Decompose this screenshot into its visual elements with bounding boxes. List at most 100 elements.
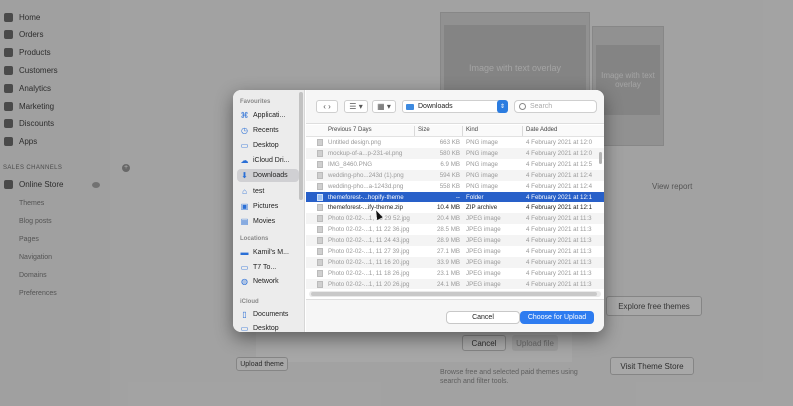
location-stepper-icon[interactable]: ⇕ <box>497 100 508 113</box>
file-icon <box>317 226 323 234</box>
sidebar-item-documents[interactable]: ▯ Documents <box>237 308 299 321</box>
dialog-footer: Cancel Choose for Upload <box>306 299 604 332</box>
file-kind: ZIP archive <box>466 204 498 212</box>
column-name[interactable]: Previous 7 Days <box>328 127 372 133</box>
sidebar-item-label: Applicati... <box>253 112 286 119</box>
file-size: 27.1 MB <box>436 248 460 255</box>
file-row[interactable]: themeforest-...ify-theme.zip 10.4 MB ZIP a… <box>306 202 604 213</box>
file-date-added: 4 February 2021 at 11:3 <box>526 269 592 277</box>
search-input[interactable]: Search <box>514 100 597 113</box>
location-label: Downloads <box>418 103 453 110</box>
sidebar-item-kamil-s-m[interactable]: ▬ Kamil's M... <box>237 246 299 259</box>
file-name: themeforest-...hopify-theme <box>328 193 404 201</box>
file-date-added: 4 February 2021 at 11:3 <box>526 258 592 266</box>
file-row[interactable]: Photo 02-02-...1, 11 16 20.jpg 33.9 MB JPE… <box>306 256 604 268</box>
sidebar-item-label: Desktop <box>253 142 279 150</box>
search-icon <box>519 103 526 110</box>
home-icon: ⌂ <box>242 186 247 196</box>
sidebar-item-t7-to[interactable]: ▭ T7 To... <box>237 261 299 274</box>
sidebar-item-label: T7 To... <box>253 263 277 271</box>
cancel-button[interactable]: Cancel <box>446 311 520 324</box>
file-kind: Folder <box>466 193 484 201</box>
file-icon <box>317 182 323 190</box>
sidebar-item-desktop[interactable]: ▭ Desktop <box>237 322 299 332</box>
location-popup[interactable]: Downloads <box>402 100 502 113</box>
sidebar-item-label: Network <box>253 278 279 285</box>
finder-toolbar: ‹ › ☰ ▾ ▦ ▾ Downloads ⇕ Search <box>306 90 604 124</box>
sidebar-item-downloads[interactable]: ⬇ Downloads <box>237 169 299 183</box>
back-forward-buttons[interactable]: ‹ › <box>316 100 338 113</box>
file-list-scrollbar[interactable] <box>599 152 602 164</box>
file-date-added: 4 February 2021 at 12:0 <box>526 149 593 157</box>
file-row[interactable]: themeforest-...hopify-theme -- Folder 4 Feb… <box>306 191 604 203</box>
horizontal-scrollbar[interactable] <box>309 291 601 297</box>
chevron-left-icon[interactable]: ‹ <box>323 102 326 111</box>
file-row[interactable]: wedding-pho...243d (1).png 594 KB PNG imag… <box>306 169 604 181</box>
file-kind: JPEG image <box>466 269 501 277</box>
file-icon <box>317 139 323 146</box>
file-date-added: 4 February 2021 at 11:3 <box>526 280 592 288</box>
file-row[interactable]: Photo 02-02-...1, 11 27 39.jpg 27.1 MB JPE… <box>306 246 604 257</box>
pictures-icon: ▣ <box>240 201 249 211</box>
movies-icon: ▤ <box>240 216 249 226</box>
group-view-button[interactable]: ▦ ▾ <box>372 100 396 113</box>
file-row[interactable]: Photo 02-02-...1, 11 24 43.jpg 28.9 MB JPE… <box>306 235 604 246</box>
locations-header: Locations <box>240 236 269 242</box>
file-row[interactable]: wedding-pho...a-1243d.png 558 KB PNG image… <box>306 181 604 192</box>
sidebar-item-test[interactable]: ⌂ test <box>237 185 299 198</box>
sidebar-item-label: Desktop <box>253 325 279 332</box>
column-kind[interactable]: Kind <box>466 127 478 133</box>
file-date-added: 4 February 2021 at 12:1 <box>526 193 593 201</box>
network-icon: ◍ <box>241 277 248 286</box>
cloud-icon: ☁ <box>240 156 249 166</box>
file-date-added: 4 February 2021 at 12:4 <box>526 171 593 179</box>
sidebar-item-pictures[interactable]: ▣ Pictures <box>237 200 299 213</box>
file-kind: PNG image <box>466 171 498 179</box>
file-date-added: 4 February 2021 at 12:1 <box>526 204 593 212</box>
file-icon <box>317 215 323 223</box>
list-view-button[interactable]: ☰ ▾ <box>344 100 368 113</box>
file-name: Untitled design.png <box>328 139 381 146</box>
sidebar-item-applicati[interactable]: ⌘ Applicati... <box>237 109 299 122</box>
file-date-added: 4 February 2021 at 12:5 <box>526 160 593 168</box>
file-size: 33.9 MB <box>436 258 460 266</box>
sidebar-item-movies[interactable]: ▤ Movies <box>237 215 299 228</box>
scrollbar-thumb[interactable] <box>311 292 597 296</box>
file-size: 28.5 MB <box>436 226 460 234</box>
sidebar-scrollbar[interactable] <box>299 92 303 200</box>
file-size: 558 KB <box>439 182 460 190</box>
file-name: Photo 02-02-...1, 11 20 26.jpg <box>328 280 410 288</box>
sidebar-item-icloud-dri[interactable]: ☁ iCloud Dri... <box>237 154 299 167</box>
file-kind: JPEG image <box>466 215 501 223</box>
file-name: Photo 02-02-...1, 11 18 26.jpg <box>328 269 410 277</box>
drive-icon: ▭ <box>240 262 249 272</box>
chevron-right-icon[interactable]: › <box>328 102 331 111</box>
file-kind: PNG image <box>466 149 498 157</box>
choose-for-upload-button[interactable]: Choose for Upload <box>520 311 594 324</box>
file-row[interactable]: mockup-of-a...p-231-el.png 580 KB PNG imag… <box>306 147 604 159</box>
sidebar-item-network[interactable]: ◍ Network <box>237 275 299 288</box>
sidebar-item-label: iCloud Dri... <box>253 157 290 165</box>
file-size: 594 KB <box>439 171 460 179</box>
file-row[interactable]: Photo 02-02-...1, 11 22 36.jpg 28.5 MB JPE… <box>306 224 604 235</box>
favourites-header: Favourites <box>240 99 271 105</box>
file-kind: JPEG image <box>466 258 501 266</box>
file-row[interactable]: Photo 02-02-...1, 11 20 26.jpg 24.1 MB JPE… <box>306 278 604 289</box>
file-row[interactable]: IMG_8460.PNG 6.9 MB PNG image 4 February 20… <box>306 159 604 170</box>
file-row[interactable]: Photo 02-02-...1, 11 18 26.jpg 23.1 MB JPE… <box>306 268 604 279</box>
file-name: Photo 02-02-...1, 11 16 20.jpg <box>328 258 410 266</box>
file-name: wedding-pho...243d (1).png <box>328 171 404 179</box>
file-icon <box>317 160 323 168</box>
file-size: 10.4 MB <box>436 204 460 212</box>
file-row[interactable]: Untitled design.png 663 KB PNG image 4 Febr… <box>306 137 604 148</box>
sidebar-item-desktop[interactable]: ▭ Desktop <box>237 139 299 152</box>
sidebar-item-recents[interactable]: ◷ Recents <box>237 124 299 137</box>
file-name: Photo 02-02-...1, 18 29 52.jpg <box>328 215 410 223</box>
file-row[interactable]: Photo 02-02-...1, 18 29 52.jpg 20.4 MB JPE… <box>306 213 604 225</box>
file-icon <box>317 269 323 277</box>
column-size[interactable]: Size <box>418 127 430 133</box>
file-name: Photo 02-02-...1, 11 27 39.jpg <box>328 248 410 255</box>
column-date-added[interactable]: Date Added <box>526 127 557 133</box>
applications-icon: ⌘ <box>240 111 249 120</box>
file-kind: JPEG image <box>466 226 501 234</box>
